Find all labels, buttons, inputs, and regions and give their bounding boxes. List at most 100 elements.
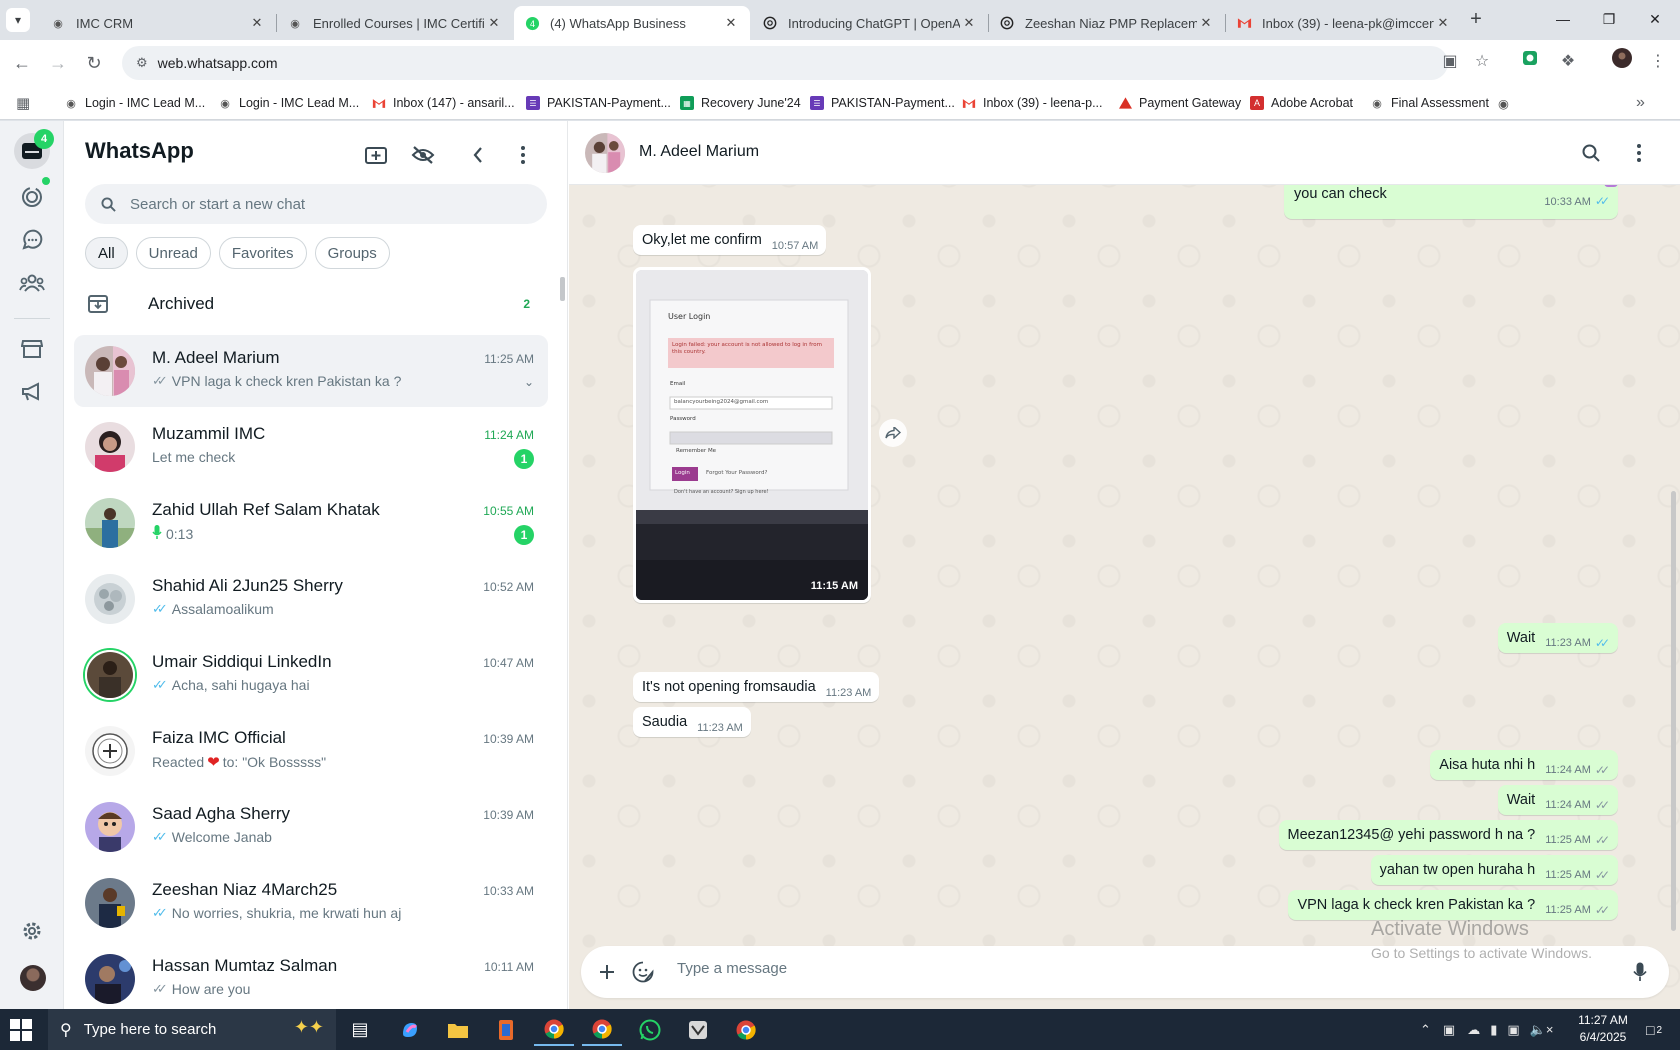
message-bubble-incoming[interactable]: It's not opening fromsaudia 11:23 AM	[633, 672, 880, 702]
extensions-puzzle-icon[interactable]: ❖	[1554, 48, 1582, 76]
bookmark-item[interactable]: ▦ Recovery June'24	[680, 93, 801, 113]
chat-row-zahid-ullah[interactable]: Zahid Ullah Ref Salam Khatak 10:55 AM 0:…	[74, 487, 548, 559]
file-explorer-button[interactable]	[438, 1013, 478, 1046]
tab-zeeshan-pmp[interactable]: Zeeshan Niaz PMP Replacemen ✕	[989, 6, 1225, 40]
message-bubble-outgoing[interactable]: Wait 11:24 AM ✓✓	[1497, 785, 1618, 815]
bookmark-item[interactable]: A Adobe Acrobat	[1250, 93, 1353, 113]
message-bubble-outgoing[interactable]: VPN laga k check kren Pakistan ka ? 11:2…	[1288, 890, 1618, 920]
apps-grid-icon[interactable]: ▦	[16, 93, 30, 113]
copilot-taskbar-button[interactable]	[390, 1013, 430, 1046]
collapse-button[interactable]	[462, 139, 494, 171]
image-message[interactable]: User Login Login failed: your account is…	[633, 267, 871, 603]
bookmark-item[interactable]: ☰ PAKISTAN-Payment...	[526, 93, 671, 113]
conversation-menu-button[interactable]	[1623, 137, 1655, 169]
message-input[interactable]	[677, 960, 1557, 977]
message-bubble-outgoing[interactable]: yahan tw open huraha h 11:25 AM ✓✓	[1370, 855, 1618, 885]
close-icon[interactable]: ✕	[722, 15, 740, 31]
whatsapp-taskbar-button[interactable]	[630, 1013, 670, 1046]
message-bubble-incoming[interactable]: Saudia 11:23 AM	[633, 707, 751, 737]
maximize-button[interactable]: ❐	[1586, 4, 1632, 34]
battery-icon[interactable]: ▮	[1490, 1022, 1497, 1038]
chevron-up-icon[interactable]: ⌃	[1420, 1022, 1431, 1038]
tab-whatsapp-business[interactable]: 4 (4) WhatsApp Business ✕	[514, 6, 750, 40]
close-icon[interactable]: ✕	[485, 15, 503, 31]
conversation-scrollbar[interactable]	[1671, 491, 1676, 931]
hide-button[interactable]	[407, 139, 439, 171]
forward-button[interactable]	[879, 419, 907, 447]
forward-button[interactable]: →	[44, 49, 72, 77]
tab-enrolled-courses[interactable]: ◉ Enrolled Courses | IMC Certifica ✕	[277, 6, 513, 40]
more-bookmarks-icon[interactable]: »	[1636, 93, 1645, 113]
filter-unread[interactable]: Unread	[135, 237, 211, 269]
taskbar-search[interactable]: ⚲ Type here to search ✦✦	[48, 1009, 336, 1050]
chat-row-faiza-imc[interactable]: Faiza IMC Official 10:39 AM Reacted ❤ to: …	[74, 715, 548, 787]
bookmark-item[interactable]: Payment Gateway	[1118, 93, 1241, 113]
chat-row-hassan-mumtaz[interactable]: Hassan Mumtaz Salman 10:11 AM ✓✓ How are …	[74, 943, 548, 1009]
new-tab-button[interactable]: +	[1464, 8, 1488, 32]
extension-green-icon[interactable]	[1516, 48, 1544, 76]
chat-row-shahid-ali[interactable]: Shahid Ali 2Jun25 Sherry 10:52 AM ✓✓ Assa…	[74, 563, 548, 635]
settings-nav-button[interactable]	[14, 913, 50, 949]
contact-avatar[interactable]	[585, 133, 625, 173]
voice-message-button[interactable]	[1626, 958, 1654, 986]
profile-avatar-icon[interactable]	[1608, 48, 1636, 76]
filter-groups[interactable]: Groups	[314, 237, 390, 269]
site-info-icon[interactable]: ⚙	[136, 55, 148, 71]
filter-all[interactable]: All	[85, 237, 128, 269]
bookmark-item[interactable]: ◉ Final Assessment	[1370, 93, 1489, 113]
chevron-down-icon[interactable]: ⌄	[524, 375, 534, 389]
chrome-taskbar-button[interactable]	[534, 1013, 574, 1046]
chat-list-scrollbar[interactable]	[560, 277, 565, 301]
volume-mute-icon[interactable]: 🔈×	[1530, 1022, 1554, 1038]
search-input[interactable]	[130, 195, 510, 213]
chat-row-muzammil[interactable]: Muzammil IMC 11:24 AM Let me check 1	[74, 411, 548, 483]
message-bubble-incoming[interactable]: Oky,let me confirm 10:57 AM	[633, 225, 827, 255]
tab-imc-crm[interactable]: ◉ IMC CRM ✕	[40, 6, 276, 40]
message-bubble-outgoing[interactable]: Aisa huta nhi h 11:24 AM ✓✓	[1430, 750, 1618, 780]
attach-button[interactable]	[593, 958, 621, 986]
close-icon[interactable]: ✕	[960, 15, 978, 31]
notification-center-button[interactable]: □ 2	[1636, 1017, 1672, 1043]
minimize-button[interactable]: —	[1540, 4, 1586, 34]
chrome-taskbar-button-2[interactable]	[582, 1013, 622, 1046]
sidebar-menu-button[interactable]	[507, 139, 539, 171]
chat-row-adeel-marium[interactable]: M. Adeel Marium 11:25 AM ✓✓ VPN laga k ch…	[74, 335, 548, 407]
chat-row-saad-agha[interactable]: Saad Agha Sherry 10:39 AM ✓✓ Welcome Jana…	[74, 791, 548, 863]
chat-row-umair-siddiqui[interactable]: Umair Siddiqui LinkedIn 10:47 AM ✓✓ Acha,…	[74, 639, 548, 711]
install-app-icon[interactable]: ▣	[1436, 48, 1464, 76]
onedrive-icon[interactable]: ☁	[1467, 1022, 1480, 1038]
close-icon[interactable]: ✕	[248, 15, 266, 31]
close-icon[interactable]: ✕	[1197, 15, 1215, 31]
channels-nav-button[interactable]	[14, 222, 50, 258]
profile-avatar[interactable]	[20, 965, 46, 991]
task-view-button[interactable]: ▤	[340, 1013, 380, 1046]
emoji-sticker-button[interactable]	[629, 958, 657, 986]
taskbar-app-button-2[interactable]	[678, 1013, 718, 1046]
message-bubble-outgoing[interactable]: Meezan12345@ yehi password h na ? 11:25 …	[1278, 820, 1618, 850]
address-bar[interactable]: ⚙ web.whatsapp.com	[122, 46, 1448, 80]
bookmark-item[interactable]: ◉ Login - IMC Lead M...	[218, 93, 359, 113]
start-button[interactable]	[10, 1019, 32, 1041]
catalog-nav-button[interactable]	[14, 331, 50, 367]
search-messages-button[interactable]	[1575, 137, 1607, 169]
browser-menu-icon[interactable]: ⋮	[1644, 48, 1672, 76]
tab-search-button[interactable]: ▾	[6, 8, 30, 32]
bookmark-item[interactable]: Inbox (39) - leena-p...	[962, 93, 1103, 113]
close-icon[interactable]: ✕	[1434, 15, 1452, 31]
contact-name[interactable]: M. Adeel Marium	[639, 143, 759, 161]
archived-row[interactable]: Archived 2	[64, 283, 567, 325]
bookmark-item[interactable]: Inbox (147) - ansaril...	[372, 93, 515, 113]
chrome-taskbar-button-3[interactable]	[726, 1013, 766, 1046]
bookmark-item[interactable]: ☰ PAKISTAN-Payment...	[810, 93, 955, 113]
taskbar-app-button[interactable]	[486, 1013, 526, 1046]
device-icon[interactable]: ▣	[1443, 1022, 1455, 1038]
bookmark-item[interactable]: ◉ Login - IMC Lead M...	[64, 93, 205, 113]
filter-favorites[interactable]: Favorites	[218, 237, 307, 269]
communities-nav-button[interactable]	[14, 265, 50, 301]
close-window-button[interactable]: ✕	[1632, 4, 1678, 34]
bookmark-star-icon[interactable]: ☆	[1468, 48, 1496, 76]
chat-row-zeeshan-niaz[interactable]: Zeeshan Niaz 4March25 10:33 AM ✓✓ No worr…	[74, 867, 548, 939]
back-button[interactable]: ←	[8, 49, 36, 77]
tab-gmail-inbox[interactable]: Inbox (39) - leena-pk@imccerti ✕	[1226, 6, 1462, 40]
tab-chatgpt[interactable]: Introducing ChatGPT | OpenAI ✕	[752, 6, 988, 40]
